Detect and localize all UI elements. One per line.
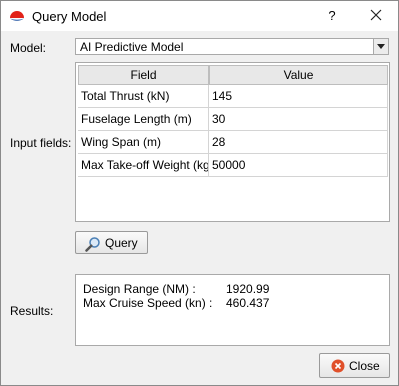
- close-button-label: Close: [349, 359, 380, 373]
- app-logo-icon: [9, 9, 25, 25]
- field-value-cell[interactable]: 145: [209, 85, 388, 108]
- field-value-cell[interactable]: 28: [209, 131, 388, 154]
- model-select[interactable]: AI Predictive Model: [75, 38, 389, 55]
- input-fields-label: Input fields:: [10, 136, 72, 150]
- results-panel: Design Range (NM) : 1920.99 Max Cruise S…: [75, 274, 390, 346]
- query-model-dialog: Query Model ? Model: AI Predictive Model…: [0, 0, 399, 386]
- field-name-cell: Max Take-off Weight (kg): [78, 154, 209, 177]
- close-icon[interactable]: [367, 6, 385, 24]
- title-bar: Query Model ?: [1, 1, 398, 31]
- close-button[interactable]: Close: [319, 353, 390, 378]
- close-circle-icon: [331, 359, 345, 373]
- help-button[interactable]: ?: [323, 7, 341, 25]
- chevron-down-icon: [377, 44, 385, 49]
- result-name: Design Range (NM) :: [83, 282, 196, 296]
- magnifier-icon: [85, 237, 100, 252]
- field-name-cell: Wing Span (m): [78, 131, 209, 154]
- column-header-value[interactable]: Value: [209, 65, 388, 85]
- query-button-label: Query: [105, 236, 138, 250]
- field-value-cell[interactable]: 50000: [209, 154, 388, 177]
- model-label: Model:: [10, 41, 47, 55]
- column-header-field[interactable]: Field: [78, 65, 209, 85]
- result-value: 1920.99: [226, 282, 270, 296]
- model-select-value: AI Predictive Model: [80, 40, 184, 54]
- field-value-cell[interactable]: 30: [209, 108, 388, 131]
- input-fields-table: Field Value Total Thrust (kN) 145 Fusela…: [75, 62, 390, 222]
- query-button[interactable]: Query: [75, 231, 148, 254]
- field-name-cell: Total Thrust (kN): [78, 85, 209, 108]
- result-name: Max Cruise Speed (kn) :: [83, 296, 213, 310]
- dropdown-arrow-button[interactable]: [373, 39, 388, 54]
- field-name-cell: Fuselage Length (m): [78, 108, 209, 131]
- results-label: Results:: [10, 304, 54, 318]
- window-title: Query Model: [32, 9, 107, 24]
- result-value: 460.437: [226, 296, 270, 310]
